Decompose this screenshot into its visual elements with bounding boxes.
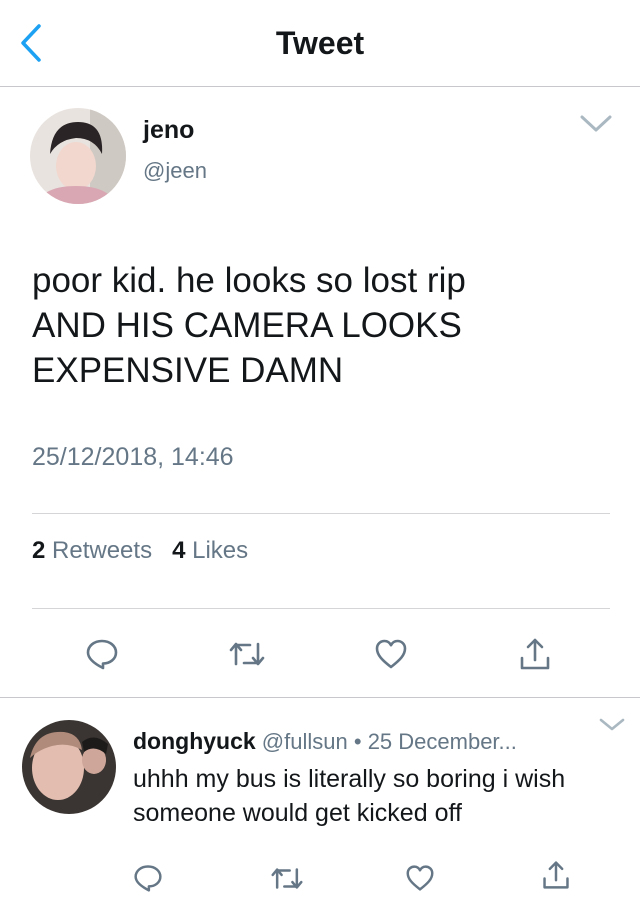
top-bar: Tweet	[0, 0, 640, 87]
likes-count: 4	[172, 537, 186, 564]
heart-icon	[406, 865, 434, 891]
retweets-count: 2	[32, 537, 46, 564]
likes-stat[interactable]: 4 Likes	[172, 537, 248, 564]
reply-icon	[134, 865, 162, 892]
divider	[32, 513, 610, 514]
likes-label: Likes	[192, 537, 249, 564]
reply-like-button[interactable]	[398, 856, 442, 900]
like-button[interactable]	[369, 632, 413, 676]
divider	[32, 608, 610, 609]
reply-author-handle[interactable]: @fullsun	[262, 729, 348, 754]
chevron-down-icon	[580, 115, 612, 132]
reply-author-name[interactable]: donghyuck	[133, 728, 256, 754]
reply-share-button[interactable]	[534, 853, 578, 897]
heart-icon	[375, 639, 407, 669]
tweet-stats: 2 Retweets 4 Likes	[32, 537, 248, 565]
reply-time: 25 December...	[367, 729, 517, 754]
author-name[interactable]: jeno	[143, 116, 194, 145]
reply-text: uhhh my bus is literally so boring i wis…	[133, 765, 566, 827]
chevron-down-icon	[599, 718, 625, 731]
share-button[interactable]	[513, 632, 557, 676]
reply-reply-button[interactable]	[126, 856, 170, 900]
retweet-icon	[229, 642, 265, 666]
reply-retweet-button[interactable]	[265, 856, 309, 900]
page-title: Tweet	[275, 25, 365, 61]
retweets-stat[interactable]: 2 Retweets	[32, 537, 152, 564]
share-icon	[520, 638, 550, 670]
avatar[interactable]	[30, 108, 126, 204]
retweet-icon	[271, 867, 303, 889]
reply-options-button[interactable]	[598, 716, 626, 734]
reply-avatar[interactable]	[22, 720, 116, 814]
tweet-options-button[interactable]	[578, 112, 614, 136]
reply-button[interactable]	[80, 632, 124, 676]
author-handle[interactable]: @jeen	[143, 158, 207, 184]
retweets-label: Retweets	[52, 537, 153, 564]
separator-dot: •	[353, 729, 362, 754]
reply-icon	[86, 639, 118, 670]
tweet-timestamp: 25/12/2018, 14:46	[32, 443, 234, 471]
reply-header: donghyuck @fullsun • 25 December...	[133, 728, 517, 755]
retweet-button[interactable]	[225, 632, 269, 676]
share-icon	[543, 861, 569, 889]
divider	[0, 697, 640, 698]
tweet-text: poor kid. he looks so lost rip AND HIS C…	[32, 261, 466, 390]
